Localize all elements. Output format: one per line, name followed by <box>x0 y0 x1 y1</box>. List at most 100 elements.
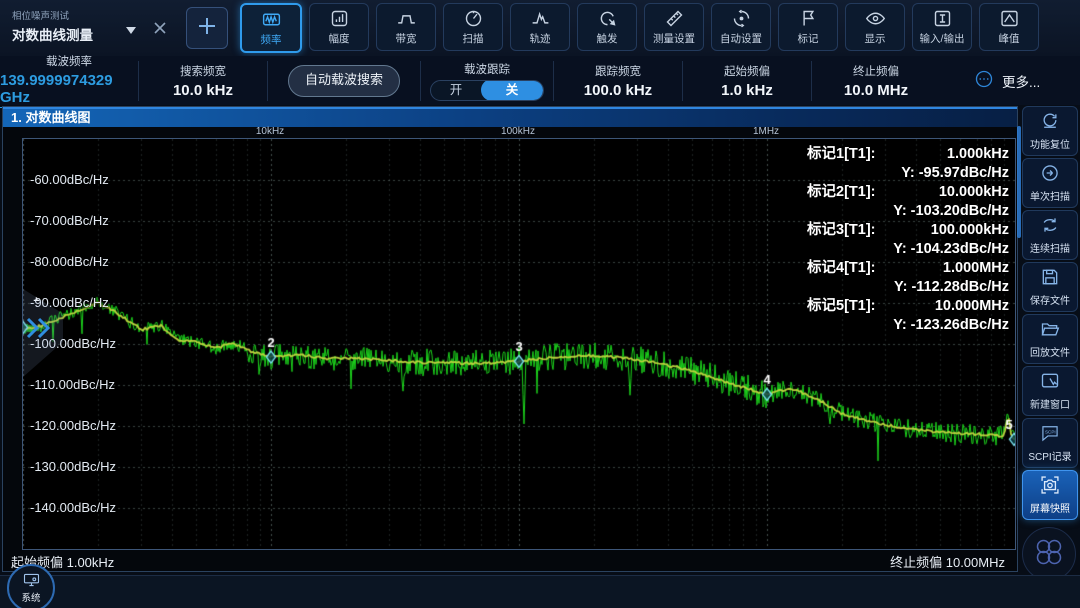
tab-peak[interactable]: 峰值 <box>979 3 1039 51</box>
menu-buttons: 频率 幅度 带宽 扫描 轨迹 触发 <box>240 3 1039 53</box>
stop-offset-readout: 终止频偏 10.00MHz <box>890 552 1005 571</box>
auto-setup-icon <box>731 8 752 29</box>
tool-label: 带宽 <box>396 31 417 46</box>
continuous-sweep-icon <box>1040 215 1060 238</box>
auto-carrier-search-button[interactable]: 自动载波搜索 <box>288 65 400 97</box>
peak-icon <box>999 8 1020 29</box>
measurement-tab[interactable]: 相位噪声测试 对数曲线测量 <box>0 0 180 56</box>
field-label: 搜索频宽 <box>180 63 226 79</box>
single-sweep-icon <box>1040 163 1060 186</box>
tab-sweep[interactable]: 扫描 <box>443 3 503 51</box>
tab-frequency[interactable]: 频率 <box>240 3 302 53</box>
save-file-icon <box>1040 267 1060 290</box>
tab-measure-setup[interactable]: 测量设置 <box>644 3 704 51</box>
toggle-off-option[interactable]: 关 <box>481 80 543 101</box>
single-sweep-button[interactable]: 单次扫描 <box>1022 158 1078 208</box>
search-span-value[interactable]: 10.0 kHz <box>173 82 233 99</box>
display-icon <box>865 8 886 29</box>
track-span-field[interactable]: 跟踪频宽 100.0 kHz <box>554 61 683 101</box>
scpi-record-icon: SCPI <box>1040 423 1060 446</box>
carrier-frequency-field[interactable]: 载波频率 139.9999974329 GHz <box>0 61 139 101</box>
x-axis-labels: 10kHz 100kHz 1MHz <box>22 126 1014 137</box>
side-label: 屏幕快照 <box>1030 500 1070 515</box>
log-plot-window: 1. 对数曲线图 10kHz 100kHz 1MHz -60.00dBc/Hz-70… <box>2 106 1018 572</box>
new-window-button[interactable]: 新建窗口 <box>1022 366 1078 416</box>
tool-label: 峰值 <box>999 31 1020 46</box>
tab-bandwidth[interactable]: 带宽 <box>376 3 436 51</box>
function-sidebar: 功能复位 单次扫描 连续扫描 保存文件 回放文件 新建窗口 SCPI SCPI记… <box>1022 106 1078 581</box>
carrier-frequency-value[interactable]: 139.9999974329 GHz <box>0 72 138 108</box>
parameter-bar: 载波频率 139.9999974329 GHz 搜索频宽 10.0 kHz 自动… <box>0 56 1080 105</box>
tab-marker[interactable]: 标记 <box>778 3 838 51</box>
svg-text:SCPI: SCPI <box>1045 429 1056 434</box>
side-label: SCPI记录 <box>1028 448 1071 463</box>
replay-file-button[interactable]: 回放文件 <box>1022 314 1078 364</box>
frequency-icon <box>261 9 282 30</box>
ellipsis-circle-icon <box>974 69 994 92</box>
tab-amplitude[interactable]: 幅度 <box>309 3 369 51</box>
side-label: 新建窗口 <box>1030 396 1070 411</box>
x-tick-label: 100kHz <box>501 126 535 137</box>
tab-input-output[interactable]: 输入/输出 <box>912 3 972 51</box>
tool-label: 扫描 <box>463 31 484 46</box>
system-button[interactable]: 系统 <box>7 564 55 608</box>
side-label: 回放文件 <box>1030 344 1070 359</box>
system-icon <box>23 573 40 590</box>
save-file-button[interactable]: 保存文件 <box>1022 262 1078 312</box>
trace-icon <box>530 8 551 29</box>
carrier-track-field: 载波跟踪 开 关 <box>421 61 554 101</box>
chart-title: 1. 对数曲线图 <box>3 107 1017 127</box>
stop-offset-field[interactable]: 终止频偏 10.0 MHz <box>812 61 940 101</box>
stop-offset-value[interactable]: 10.0 MHz <box>844 82 908 99</box>
marker-icon <box>798 8 819 29</box>
brand-logo-button[interactable] <box>1022 527 1076 581</box>
status-bar: 测量中... 2025-07-10 16:33:37 <box>0 575 1080 608</box>
field-label: 起始频偏 <box>724 63 770 79</box>
replay-file-icon <box>1040 319 1060 342</box>
more-button[interactable]: 更多... <box>974 69 1040 92</box>
plus-icon <box>196 15 218 42</box>
scrollbar[interactable] <box>1017 126 1021 238</box>
tab-display[interactable]: 显示 <box>845 3 905 51</box>
new-window-icon <box>1040 371 1060 394</box>
plot-canvas <box>23 139 1015 549</box>
close-icon[interactable] <box>152 20 170 38</box>
screenshot-icon <box>1040 475 1060 498</box>
tool-label: 测量设置 <box>653 31 695 46</box>
tool-label: 轨迹 <box>530 31 551 46</box>
add-measurement-button[interactable] <box>186 7 228 49</box>
search-span-field[interactable]: 搜索频宽 10.0 kHz <box>139 61 268 101</box>
phase-noise-plot[interactable]: -60.00dBc/Hz-70.00dBc/Hz-80.00dBc/Hz-90.… <box>22 138 1016 550</box>
tab-auto-setup[interactable]: 自动设置 <box>711 3 771 51</box>
tool-label: 自动设置 <box>720 31 762 46</box>
double-chevron-right-icon[interactable] <box>24 316 54 345</box>
track-span-value[interactable]: 100.0 kHz <box>584 82 652 99</box>
more-label: 更多... <box>1002 71 1040 91</box>
chevron-down-icon[interactable] <box>126 27 136 39</box>
side-label: 保存文件 <box>1030 292 1070 307</box>
trigger-icon <box>597 8 618 29</box>
screenshot-button[interactable]: 屏幕快照 <box>1022 470 1078 520</box>
system-label: 系统 <box>21 590 40 604</box>
function-reset-button[interactable]: 功能复位 <box>1022 106 1078 156</box>
function-reset-icon <box>1040 111 1060 134</box>
start-offset-value[interactable]: 1.0 kHz <box>721 82 773 99</box>
bandwidth-icon <box>396 8 417 29</box>
tool-label: 触发 <box>597 31 618 46</box>
x-tick-label: 1MHz <box>753 126 779 137</box>
field-label: 终止频偏 <box>853 63 899 79</box>
carrier-track-toggle[interactable]: 开 关 <box>430 80 544 101</box>
measure-setup-icon <box>664 8 685 29</box>
start-offset-field[interactable]: 起始频偏 1.0 kHz <box>683 61 812 101</box>
field-label: 载波跟踪 <box>464 61 510 77</box>
sweep-icon <box>463 8 484 29</box>
toggle-on-option[interactable]: 开 <box>431 80 481 101</box>
continuous-sweep-button[interactable]: 连续扫描 <box>1022 210 1078 260</box>
field-label: 载波频率 <box>46 53 92 69</box>
tab-trace[interactable]: 轨迹 <box>510 3 570 51</box>
top-toolbar: 相位噪声测试 对数曲线测量 频率 幅度 带宽 <box>0 0 1080 56</box>
scpi-record-button[interactable]: SCPI SCPI记录 <box>1022 418 1078 468</box>
x-tick-label: 10kHz <box>256 126 284 137</box>
tool-label: 标记 <box>798 31 819 46</box>
tab-trigger[interactable]: 触发 <box>577 3 637 51</box>
